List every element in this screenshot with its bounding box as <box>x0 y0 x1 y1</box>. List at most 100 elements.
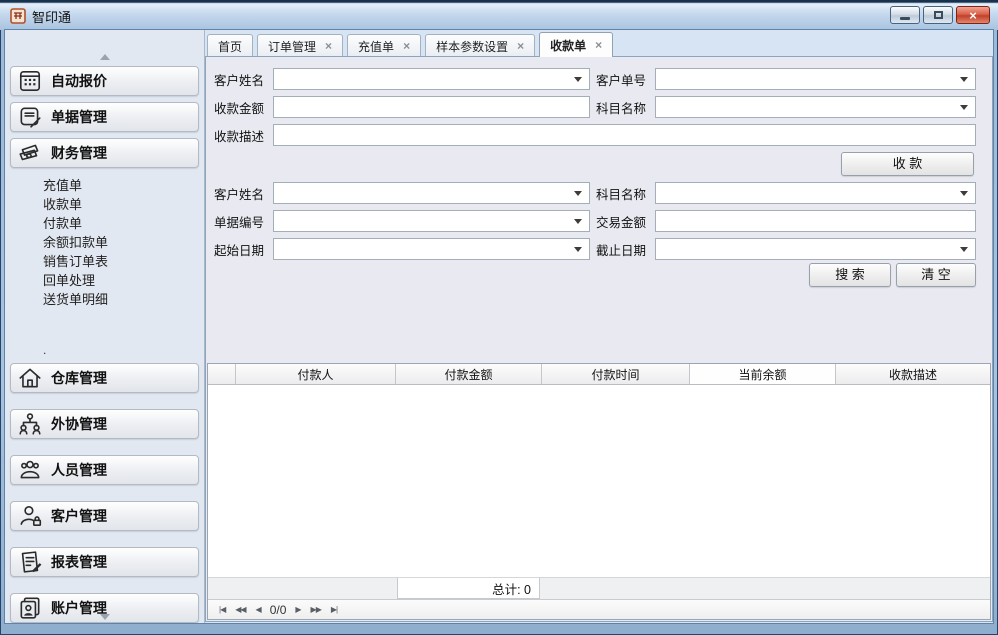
clear-button[interactable]: 清 空 <box>896 263 976 287</box>
tab-label: 首页 <box>218 38 242 55</box>
tab-recharge-order[interactable]: 充值单 × <box>347 34 421 57</box>
scroll-down-icon[interactable] <box>100 614 110 620</box>
table-header-current-balance[interactable]: 当前余额 <box>690 364 836 384</box>
receipt-description-input[interactable] <box>273 124 976 146</box>
tab-label: 充值单 <box>358 38 394 55</box>
sidebar-item-label: 报表管理 <box>51 552 107 572</box>
submenu-item-delivery-detail[interactable]: 送货单明细 <box>5 290 204 309</box>
customer-name-combo[interactable] <box>273 68 590 90</box>
sidebar-item-label: 人员管理 <box>51 460 107 480</box>
sidebar-item-auto-quote[interactable]: 自动报价 <box>10 66 199 96</box>
pagination-fast-next-button[interactable]: ▶▶ <box>306 605 326 614</box>
subject-name-combo[interactable] <box>655 96 976 118</box>
end-date-label: 截止日期 <box>596 240 655 259</box>
document-note-icon <box>17 104 43 130</box>
minimize-button[interactable] <box>890 6 920 24</box>
doc-number-label: 单据编号 <box>214 212 273 231</box>
submenu-item-balance-deduction[interactable]: 余额扣款单 <box>5 233 204 252</box>
table-header-row: 付款人 付款金额 付款时间 当前余额 收款描述 <box>208 364 990 385</box>
transaction-amount-label: 交易金额 <box>596 212 655 231</box>
tab-home[interactable]: 首页 <box>207 34 253 57</box>
tab-close-icon[interactable]: × <box>325 40 332 52</box>
scroll-up-icon[interactable] <box>100 54 110 60</box>
receipt-panel: 客户姓名 客户单号 收款金额 科目名称 收款描述 <box>205 56 993 622</box>
dropdown-arrow-icon <box>574 77 582 82</box>
minimize-icon <box>900 17 910 20</box>
transaction-amount-input[interactable] <box>655 210 976 232</box>
table-header-rowselector[interactable] <box>208 364 236 384</box>
search-customer-name-label: 客户姓名 <box>214 184 273 203</box>
tab-order-management[interactable]: 订单管理 × <box>257 34 343 57</box>
table-header-payment-amount[interactable]: 付款金额 <box>396 364 542 384</box>
total-value: 总计: 0 <box>397 578 540 599</box>
receipt-amount-input[interactable] <box>273 96 590 118</box>
pagination-next-button[interactable]: ▶ <box>290 605 305 614</box>
table-body[interactable] <box>208 385 990 577</box>
dropdown-arrow-icon <box>960 77 968 82</box>
table-header-receipt-description[interactable]: 收款描述 <box>836 364 990 384</box>
report-pen-icon <box>17 549 43 575</box>
end-date-combo[interactable] <box>655 238 976 260</box>
dropdown-arrow-icon <box>960 247 968 252</box>
sidebar-item-document-management[interactable]: 单据管理 <box>10 102 199 132</box>
tab-close-icon[interactable]: × <box>517 40 524 52</box>
submenu-item-sales-order-table[interactable]: 销售订单表 <box>5 252 204 271</box>
receipt-amount-label: 收款金额 <box>214 98 273 117</box>
search-subject-name-combo[interactable] <box>655 182 976 204</box>
start-date-label: 起始日期 <box>214 240 273 259</box>
receipt-description-label: 收款描述 <box>214 126 273 145</box>
sidebar-item-label: 财务管理 <box>51 143 107 163</box>
house-icon <box>17 365 43 391</box>
customer-order-label: 客户单号 <box>596 70 655 89</box>
sidebar-item-customer-management[interactable]: 客户管理 <box>10 501 199 531</box>
sidebar-item-label: 账户管理 <box>51 598 107 618</box>
dropdown-arrow-icon <box>960 105 968 110</box>
sidebar-item-finance-management[interactable]: 财务管理 <box>10 138 199 168</box>
pagination-prev-button[interactable]: ◀ <box>251 605 266 614</box>
submenu-item-recharge-order[interactable]: 充值单 <box>5 176 204 195</box>
tab-sample-settings[interactable]: 样本参数设置 × <box>425 34 535 57</box>
org-chart-icon <box>17 411 43 437</box>
submenu-item-payment-order[interactable]: 付款单 <box>5 214 204 233</box>
tab-receipt-order[interactable]: 收款单 × <box>539 32 613 57</box>
sidebar-item-personnel-management[interactable]: 人员管理 <box>10 455 199 485</box>
submenu-item-return-order-processing[interactable]: 回单处理 <box>5 271 204 290</box>
customer-lock-icon <box>17 503 43 529</box>
tab-label: 样本参数设置 <box>436 38 508 55</box>
sidebar-item-label: 仓库管理 <box>51 368 107 388</box>
customer-order-no-combo[interactable] <box>655 68 976 90</box>
sidebar-item-outsource-management[interactable]: 外协管理 <box>10 409 199 439</box>
close-button[interactable]: × <box>956 6 990 24</box>
dropdown-arrow-icon <box>574 219 582 224</box>
app-logo-icon <box>10 8 26 24</box>
banknotes-icon <box>17 140 43 166</box>
tab-bar: 首页 订单管理 × 充值单 × 样本参数设置 × 收款单 × <box>207 33 993 57</box>
pagination-position: 0/0 <box>266 603 291 617</box>
search-customer-name-combo[interactable] <box>273 182 590 204</box>
sidebar: 自动报价 单据管理 财务管理 充值单 收款单 付款单 余额扣款单 销售订单表 <box>5 30 205 623</box>
app-window: 智印通 × 自动报价 单据管理 <box>0 0 998 635</box>
pagination-bar: |◀ ◀◀ ◀ 0/0 ▶ ▶▶ ▶| <box>208 599 990 619</box>
window-title: 智印通 <box>32 7 71 26</box>
pagination-last-button[interactable]: ▶| <box>326 605 342 614</box>
sidebar-item-report-management[interactable]: 报表管理 <box>10 547 199 577</box>
maximize-button[interactable] <box>923 6 953 24</box>
table-header-payer[interactable]: 付款人 <box>236 364 396 384</box>
sidebar-item-warehouse-management[interactable]: 仓库管理 <box>10 363 199 393</box>
table-header-payment-time[interactable]: 付款时间 <box>542 364 690 384</box>
pagination-first-button[interactable]: |◀ <box>214 605 230 614</box>
start-date-combo[interactable] <box>273 238 590 260</box>
window-controls: × <box>890 6 990 24</box>
sidebar-item-label: 自动报价 <box>51 71 107 91</box>
tab-close-icon[interactable]: × <box>595 39 602 51</box>
pagination-fast-prev-button[interactable]: ◀◀ <box>230 605 250 614</box>
customer-name-label: 客户姓名 <box>214 70 273 89</box>
submenu-item-receipt-order[interactable]: 收款单 <box>5 195 204 214</box>
finance-submenu: 充值单 收款单 付款单 余额扣款单 销售订单表 回单处理 送货单明细 <box>5 176 204 309</box>
sidebar-dot: . <box>43 343 204 355</box>
search-button[interactable]: 搜 索 <box>809 263 891 287</box>
search-subject-name-label: 科目名称 <box>596 184 655 203</box>
tab-close-icon[interactable]: × <box>403 40 410 52</box>
doc-number-combo[interactable] <box>273 210 590 232</box>
receive-payment-button[interactable]: 收 款 <box>841 152 974 176</box>
